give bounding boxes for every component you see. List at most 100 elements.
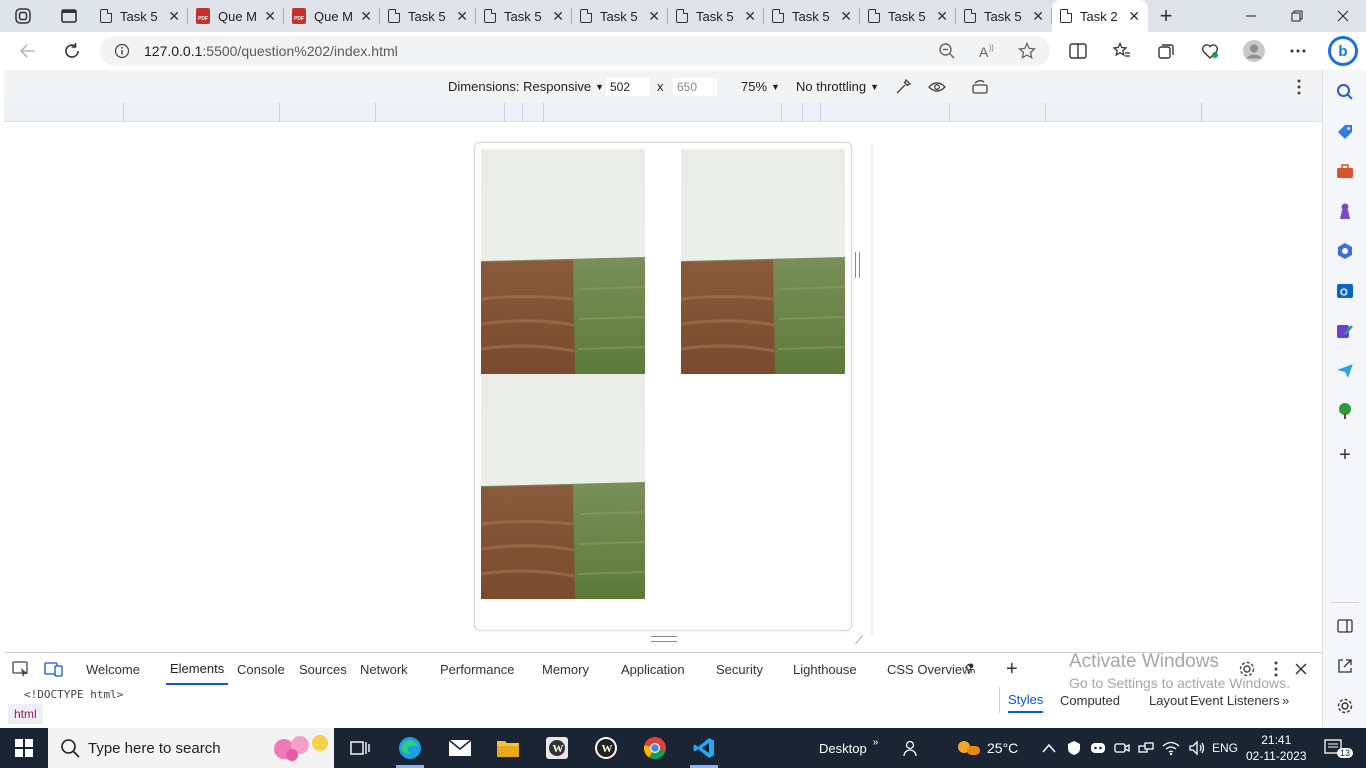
styles-tab-styles[interactable]: Styles [1008,687,1044,713]
favorite-star-icon[interactable] [1018,42,1036,60]
task-view-button[interactable] [344,734,376,762]
restore-button[interactable] [1274,0,1320,32]
close-window-button[interactable] [1320,0,1366,32]
close-tab-icon[interactable]: ✕ [840,8,852,25]
people-button[interactable] [902,728,920,768]
weather-widget[interactable]: 25°C [955,728,1018,768]
sidebar-games-button[interactable] [1333,199,1357,223]
browser-tab[interactable]: Task 5 ✕ [860,0,956,32]
sidebar-add-button[interactable]: + [1333,443,1357,467]
devtools-tab-network[interactable]: Network [360,653,408,685]
clock[interactable]: 21:41 02-11-2023 [1246,728,1307,768]
devtools-tab-sources[interactable]: Sources [299,653,347,685]
network-icon[interactable] [1138,740,1154,756]
browser-essentials-button[interactable] [1188,32,1232,70]
sidebar-tools-button[interactable] [1333,159,1357,183]
styles-tab-event-listeners[interactable]: Event Listeners [1190,687,1280,713]
taskbar-wordpress-2[interactable]: W [590,734,622,762]
devtools-tab-lighthouse[interactable]: Lighthouse [793,653,857,685]
devtools-tab-welcome[interactable]: Welcome [86,653,140,685]
browser-tab[interactable]: Task 5 ✕ [956,0,1052,32]
browser-tab[interactable]: Task 5 ✕ [668,0,764,32]
close-tab-icon[interactable]: ✕ [1032,8,1044,25]
close-devtools-button[interactable] [1295,653,1307,685]
browser-tab[interactable]: PDF Que M ✕ [188,0,284,32]
close-tab-icon[interactable]: ✕ [264,8,276,25]
devtools-tab-console[interactable]: Console [237,653,285,685]
sidebar-telegram-button[interactable] [1333,359,1357,383]
minimize-button[interactable] [1228,0,1274,32]
throttling-select[interactable]: No throttling ▼ [796,70,879,103]
more-tools-button[interactable]: + [1006,653,1018,685]
devtools-tab-security[interactable]: Security [716,653,763,685]
close-tab-icon[interactable]: ✕ [648,8,660,25]
close-tab-icon[interactable]: ✕ [360,8,372,25]
read-aloud-icon[interactable]: A)) [978,42,996,60]
address-bar[interactable]: 127.0.0.1:5500/question%202/index.html A… [100,36,1050,66]
close-tab-icon[interactable]: ✕ [936,8,948,25]
taskbar-search-box[interactable]: Type here to search [48,728,334,768]
bing-copilot-button[interactable]: b [1328,36,1358,66]
browser-tab[interactable]: Task 5 ✕ [476,0,572,32]
dimensions-select[interactable]: Dimensions: Responsive ▼ [448,70,604,103]
workspaces-button[interactable] [0,0,46,32]
close-tab-icon[interactable]: ✕ [744,8,756,25]
new-tab-button[interactable]: + [1148,0,1184,32]
sidebar-settings-button[interactable] [1333,694,1357,718]
width-input[interactable]: 502 [606,78,650,96]
vision-deficiency-button[interactable] [928,70,946,103]
rotate-button[interactable] [971,70,989,103]
browser-tab[interactable]: Task 5 ✕ [764,0,860,32]
browser-tab[interactable]: Task 5 ✕ [92,0,188,32]
volume-icon[interactable] [1188,740,1206,756]
browser-tab[interactable]: Task 5 ✕ [380,0,476,32]
settings-more-button[interactable] [1276,32,1320,70]
devtools-tab-css-overview[interactable]: CSS Overview [887,653,972,685]
height-input[interactable]: 650 [673,78,717,96]
sidebar-hide-button[interactable] [1333,614,1357,638]
device-toolbar-more-button[interactable] [1297,70,1301,103]
right-resize-handle[interactable] [855,252,860,278]
zoom-select[interactable]: 75% ▼ [741,70,780,103]
tab-actions-button[interactable] [46,0,92,32]
close-tab-icon[interactable]: ✕ [1128,8,1140,25]
taskbar-vscode[interactable] [688,734,720,762]
dom-tree-line[interactable]: <!DOCTYPE html> [24,688,123,701]
meet-now-icon[interactable] [1114,740,1130,756]
sidebar-search-button[interactable] [1333,80,1357,104]
zoom-out-icon[interactable] [938,42,956,60]
split-screen-button[interactable] [1056,32,1100,70]
taskbar-chrome[interactable] [639,734,671,762]
bottom-resize-handle[interactable] [651,636,677,642]
sensors-button[interactable] [894,70,912,103]
profile-button[interactable] [1232,32,1276,70]
taskbar-mail[interactable] [444,734,476,762]
desktop-toolbar-label[interactable]: Desktop» [819,728,878,768]
sidebar-office-button[interactable] [1333,239,1357,263]
sidebar-designer-button[interactable] [1333,319,1357,343]
more-panes-chevron-icon[interactable]: » [1282,687,1289,713]
taskbar-file-explorer[interactable] [492,734,524,762]
browser-tab[interactable]: Task 5 ✕ [572,0,668,32]
taskbar-edge[interactable] [394,734,426,762]
back-button[interactable] [8,32,48,70]
styles-tab-computed[interactable]: Computed [1060,687,1120,713]
devtools-tab-application[interactable]: Application [621,653,685,685]
devtools-settings-button[interactable] [1238,653,1256,685]
device-emulation-button[interactable] [44,653,64,685]
close-tab-icon[interactable]: ✕ [168,8,180,25]
devtools-tab-memory[interactable]: Memory [542,653,589,685]
browser-tab[interactable]: PDF Que M ✕ [284,0,380,32]
favorites-button[interactable] [1100,32,1144,70]
notification-center-button[interactable]: 13 [1324,728,1354,768]
language-indicator[interactable]: ENG [1212,728,1238,768]
styles-tab-layout[interactable]: Layout [1149,687,1188,713]
discord-icon[interactable] [1090,741,1106,755]
security-shield-icon[interactable] [1066,740,1082,756]
sidebar-shopping-button[interactable] [1333,120,1357,144]
start-button[interactable] [8,734,40,762]
tray-overflow-button[interactable] [1042,728,1056,768]
dom-breadcrumb[interactable]: html [8,704,43,724]
wifi-icon[interactable] [1162,740,1180,756]
corner-resize-handle[interactable]: ⟋ [855,633,863,648]
